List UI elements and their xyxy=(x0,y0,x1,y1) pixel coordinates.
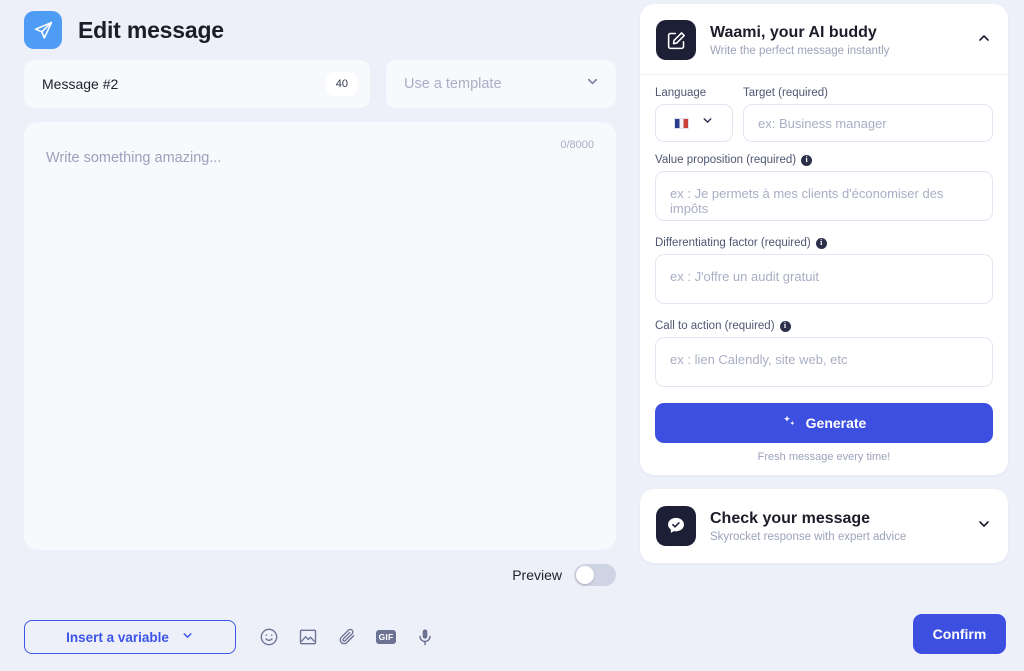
target-label: Target (required) xyxy=(743,87,829,99)
preview-label: Preview xyxy=(512,567,562,583)
check-message-card[interactable]: Check your message Skyrocket response wi… xyxy=(640,489,1008,563)
toolbar-icon-group: GIF xyxy=(258,626,436,648)
generate-button[interactable]: Generate xyxy=(655,403,993,443)
language-group: Language xyxy=(655,87,733,142)
message-char-badge: 40 xyxy=(325,72,358,96)
preview-toggle-row: Preview xyxy=(0,550,640,586)
ai-card-titles: Waami, your AI buddy Write the perfect m… xyxy=(710,23,962,57)
language-target-row: Language Target (required) xyxy=(655,87,993,142)
preview-toggle[interactable] xyxy=(574,564,616,586)
insert-variable-button[interactable]: Insert a variable xyxy=(24,620,236,654)
ai-card-header[interactable]: Waami, your AI buddy Write the perfect m… xyxy=(640,4,1008,74)
chevron-down-icon xyxy=(585,74,600,94)
chevron-up-icon[interactable] xyxy=(976,30,992,51)
ai-assistant-card: Waami, your AI buddy Write the perfect m… xyxy=(640,4,1008,475)
generate-button-label: Generate xyxy=(805,415,867,431)
ai-card-title: Waami, your AI buddy xyxy=(710,24,877,41)
chevron-down-icon[interactable] xyxy=(976,516,992,537)
value-proposition-group: Value proposition (required) i xyxy=(655,154,993,226)
value-proposition-input[interactable] xyxy=(655,171,993,221)
language-dropdown[interactable] xyxy=(655,104,733,142)
ai-card-body: Language Target (required) ex: Business … xyxy=(640,74,1008,463)
insert-variable-label: Insert a variable xyxy=(66,629,169,645)
edit-message-screen: Edit message Message #2 40 Use a templat… xyxy=(0,0,1024,671)
message-name-value: Message #2 xyxy=(42,76,119,92)
ai-card-subtitle: Write the perfect message instantly xyxy=(710,45,890,57)
gif-icon[interactable]: GIF xyxy=(375,626,397,648)
target-input[interactable] xyxy=(743,104,993,142)
editor-toolbar: Insert a variable GIF xyxy=(0,603,640,671)
template-dropdown-label: Use a template xyxy=(404,76,502,92)
target-group: Target (required) xyxy=(743,87,993,142)
info-icon[interactable]: i xyxy=(801,154,813,166)
differentiating-factor-label-text: Differentiating factor (required) xyxy=(655,237,811,249)
template-dropdown[interactable]: Use a template xyxy=(386,60,616,108)
info-icon[interactable]: i xyxy=(815,237,827,249)
compose-char-counter: 0/8000 xyxy=(560,139,594,151)
ai-sidebar: Waami, your AI buddy Write the perfect m… xyxy=(640,0,1008,671)
chat-check-icon xyxy=(656,506,696,546)
sparkles-icon xyxy=(782,414,797,432)
gif-icon-label: GIF xyxy=(375,629,397,645)
image-icon[interactable] xyxy=(297,626,319,648)
preview-toggle-knob xyxy=(576,566,594,584)
check-card-subtitle: Skyrocket response with expert advice xyxy=(710,531,907,543)
message-meta-row: Message #2 40 Use a template xyxy=(0,48,640,108)
chevron-down-icon xyxy=(701,114,714,132)
message-editor-pane: Edit message Message #2 40 Use a templat… xyxy=(0,0,640,671)
check-card-title: Check your message xyxy=(710,510,871,527)
check-card-titles: Check your message Skyrocket response wi… xyxy=(710,509,962,543)
confirm-button[interactable]: Confirm xyxy=(913,614,1006,654)
call-to-action-label: Call to action (required) i xyxy=(655,320,993,332)
check-card-header[interactable]: Check your message Skyrocket response wi… xyxy=(640,489,1008,563)
paper-plane-icon xyxy=(24,11,62,49)
message-name-field[interactable]: Message #2 40 xyxy=(24,60,370,108)
compose-placeholder: Write something amazing... xyxy=(46,150,222,166)
chevron-down-icon xyxy=(181,629,194,645)
call-to-action-label-text: Call to action (required) xyxy=(655,320,775,332)
value-proposition-label-text: Value proposition (required) xyxy=(655,154,797,166)
language-label: Language xyxy=(655,87,707,99)
call-to-action-group: Call to action (required) i xyxy=(655,320,993,392)
differentiating-factor-input[interactable] xyxy=(655,254,993,304)
call-to-action-input[interactable] xyxy=(655,337,993,387)
message-compose-area[interactable]: 0/8000 Write something amazing... xyxy=(24,122,616,550)
edit-square-icon xyxy=(656,20,696,60)
attachment-icon[interactable] xyxy=(336,626,358,648)
flag-france-icon xyxy=(674,117,689,129)
info-icon[interactable]: i xyxy=(779,320,791,332)
page-title: Edit message xyxy=(78,16,224,43)
microphone-icon[interactable] xyxy=(414,626,436,648)
emoji-icon[interactable] xyxy=(258,626,280,648)
editor-header: Edit message xyxy=(0,0,640,49)
differentiating-factor-label: Differentiating factor (required) i xyxy=(655,237,993,249)
value-proposition-label: Value proposition (required) i xyxy=(655,154,993,166)
differentiating-factor-group: Differentiating factor (required) i xyxy=(655,237,993,309)
generate-note: Fresh message every time! xyxy=(757,451,891,463)
